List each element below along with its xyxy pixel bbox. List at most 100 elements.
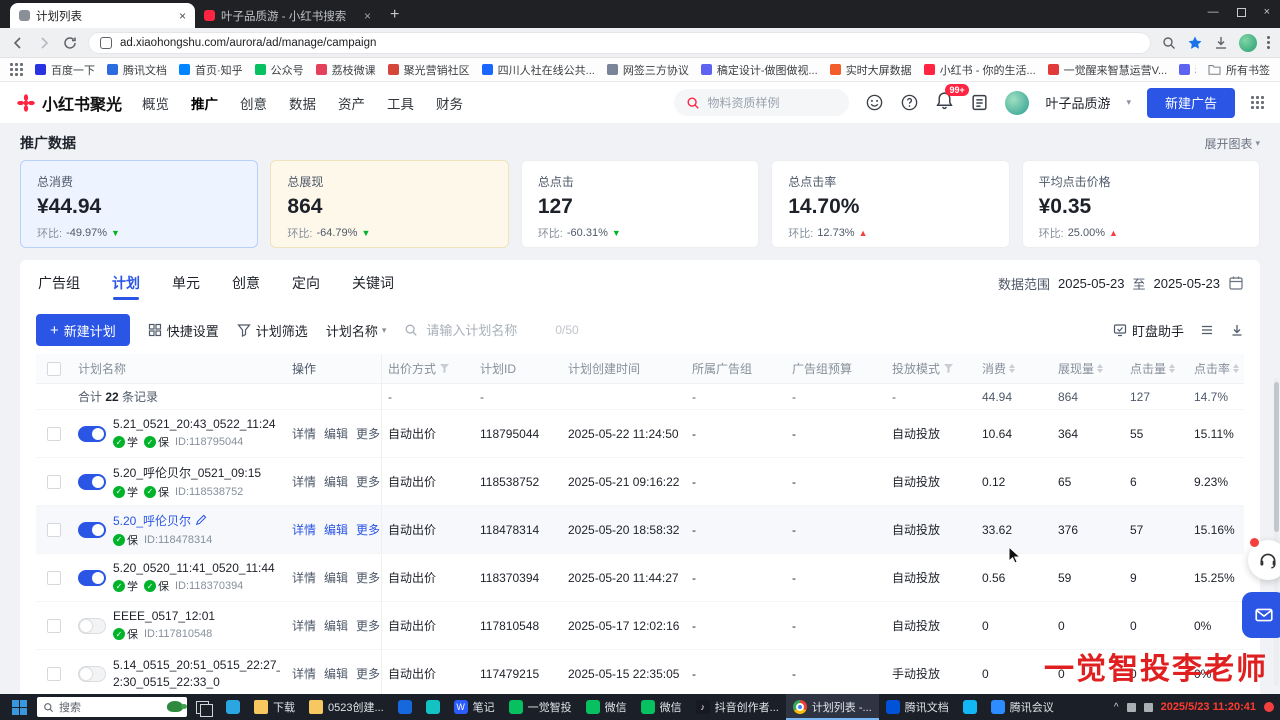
taskbar-item[interactable]: 微信: [579, 694, 634, 720]
bookmark-item[interactable]: 腾讯文档: [107, 62, 167, 78]
select-all-checkbox[interactable]: [47, 362, 61, 376]
app-grid-icon[interactable]: [1251, 96, 1264, 109]
stat-card-total-clicks[interactable]: 总点击127环比:-60.31%▼: [521, 160, 759, 248]
action-detail[interactable]: 详情: [292, 569, 316, 586]
help-icon[interactable]: [900, 93, 919, 112]
nav-assets[interactable]: 资产: [338, 93, 365, 113]
action-detail[interactable]: 详情: [292, 473, 316, 490]
task-view-button[interactable]: [192, 699, 214, 715]
action-edit[interactable]: 编辑: [324, 521, 348, 538]
action-more[interactable]: 更多: [356, 569, 380, 586]
tab-close-icon[interactable]: ×: [179, 9, 186, 23]
action-more[interactable]: 更多: [356, 521, 380, 538]
bookmark-item[interactable]: 小红书 - 你的生活...: [924, 62, 1036, 78]
action-edit[interactable]: 编辑: [324, 569, 348, 586]
forward-icon[interactable]: [36, 35, 52, 51]
sort-icon[interactable]: [1233, 364, 1239, 373]
close-button[interactable]: ×: [1264, 6, 1270, 18]
bookmark-item[interactable]: 稿定设计-做图做视...: [1179, 62, 1196, 78]
bookmark-item[interactable]: 公众号: [255, 62, 304, 78]
taskbar-item[interactable]: 腾讯文档: [879, 694, 956, 720]
tab-plan[interactable]: 计划: [110, 260, 142, 306]
bookmark-item[interactable]: 荔枝微课: [316, 62, 376, 78]
bookmark-item[interactable]: 稿定设计-做图做视...: [701, 62, 818, 78]
service-smiley-icon[interactable]: [865, 93, 884, 112]
row-checkbox[interactable]: [47, 475, 61, 489]
taskbar-item[interactable]: 一觉智投: [502, 694, 579, 720]
action-more[interactable]: 更多: [356, 425, 380, 442]
plan-toggle[interactable]: [78, 474, 106, 490]
customer-service-button[interactable]: [1248, 540, 1280, 580]
taskbar-item[interactable]: 微信: [634, 694, 689, 720]
name-field-select[interactable]: 计划名称 ▾: [326, 321, 387, 340]
stat-card-avg-cpc[interactable]: 平均点击价格¥0.35环比:25.00%▲: [1022, 160, 1260, 248]
tab-unit[interactable]: 单元: [170, 260, 202, 306]
filter-icon[interactable]: [440, 364, 449, 373]
action-detail[interactable]: 详情: [292, 425, 316, 442]
apps-grid-icon[interactable]: [10, 63, 23, 76]
bookmark-item[interactable]: 实时大屏数据: [830, 62, 912, 78]
taskbar-item[interactable]: 计划列表 -...: [786, 694, 879, 720]
plan-filter-button[interactable]: 计划筛选: [237, 321, 308, 340]
taskbar-item[interactable]: ♪抖音创作者...: [689, 694, 786, 720]
account-name[interactable]: 叶子品质游: [1045, 93, 1110, 112]
nav-tools[interactable]: 工具: [387, 93, 414, 113]
minimize-button[interactable]: —: [1208, 6, 1219, 18]
action-edit[interactable]: 编辑: [324, 473, 348, 490]
bookmark-star-icon[interactable]: [1187, 35, 1203, 51]
edit-name-icon[interactable]: [195, 514, 207, 526]
taskbar-item[interactable]: 下载: [247, 694, 302, 720]
tab-keywords[interactable]: 关键词: [350, 260, 396, 306]
bookmark-item[interactable]: 网签三方协议: [607, 62, 689, 78]
site-info-icon[interactable]: [100, 37, 112, 49]
sort-icon[interactable]: [1009, 364, 1015, 373]
action-more[interactable]: 更多: [356, 473, 380, 490]
taskbar-item[interactable]: 腾讯会议: [984, 694, 1061, 720]
action-edit[interactable]: 编辑: [324, 425, 348, 442]
plan-name-search[interactable]: 0/50: [404, 322, 578, 339]
plan-name[interactable]: 5.20_呼伦贝尔: [113, 512, 212, 529]
browser-menu-icon[interactable]: [1267, 36, 1270, 49]
row-checkbox[interactable]: [47, 523, 61, 537]
row-checkbox[interactable]: [47, 619, 61, 633]
row-checkbox[interactable]: [47, 571, 61, 585]
plan-toggle[interactable]: [78, 522, 106, 538]
bookmark-item[interactable]: 一觉醒来智慧运营V...: [1048, 62, 1168, 78]
action-more[interactable]: 更多: [356, 665, 380, 682]
network-icon[interactable]: [1127, 703, 1136, 712]
date-start[interactable]: 2025-05-23: [1058, 276, 1125, 291]
sort-icon[interactable]: [1097, 364, 1103, 373]
nav-data[interactable]: 数据: [289, 93, 316, 113]
column-settings-icon[interactable]: [1200, 323, 1214, 337]
taskbar-item[interactable]: W笔记: [447, 694, 502, 720]
plan-name[interactable]: 5.14_0515_20:51_0515_22:27_0515_2: [113, 658, 280, 672]
nav-finance[interactable]: 财务: [436, 93, 463, 113]
bookmark-item[interactable]: 四川人社在线公共...: [482, 62, 595, 78]
taskbar-item[interactable]: [419, 694, 447, 720]
plan-name[interactable]: 5.20_0520_11:41_0520_11:44: [113, 561, 275, 575]
notification-count-dot[interactable]: [1264, 702, 1274, 712]
zoom-icon[interactable]: [1161, 35, 1177, 51]
browser-profile-avatar[interactable]: [1239, 34, 1257, 52]
calendar-icon[interactable]: [1228, 275, 1244, 291]
volume-icon[interactable]: [1144, 703, 1153, 712]
new-tab-button[interactable]: +: [390, 6, 399, 24]
stat-card-ctr[interactable]: 总点击率14.70%环比:12.73%▲: [771, 160, 1009, 248]
back-icon[interactable]: [10, 35, 26, 51]
filter-icon[interactable]: [944, 364, 953, 373]
bookmark-item[interactable]: 百度一下: [35, 62, 95, 78]
row-checkbox[interactable]: [47, 427, 61, 441]
vertical-scrollbar[interactable]: [1274, 378, 1279, 686]
row-checkbox[interactable]: [47, 667, 61, 681]
action-edit[interactable]: 编辑: [324, 665, 348, 682]
account-avatar[interactable]: [1005, 91, 1029, 115]
browser-tab-1[interactable]: 计划列表 ×: [10, 3, 195, 28]
notifications[interactable]: 99+: [935, 91, 954, 115]
new-plan-button[interactable]: + 新建计划: [36, 314, 130, 346]
bookmark-item[interactable]: 聚光营销社区: [388, 62, 470, 78]
start-button[interactable]: [6, 700, 32, 715]
taskbar-search[interactable]: 搜索: [37, 697, 187, 717]
tab-targeting[interactable]: 定向: [290, 260, 322, 306]
tab-ad-group[interactable]: 广告组: [36, 260, 82, 306]
tab-creative[interactable]: 创意: [230, 260, 262, 306]
